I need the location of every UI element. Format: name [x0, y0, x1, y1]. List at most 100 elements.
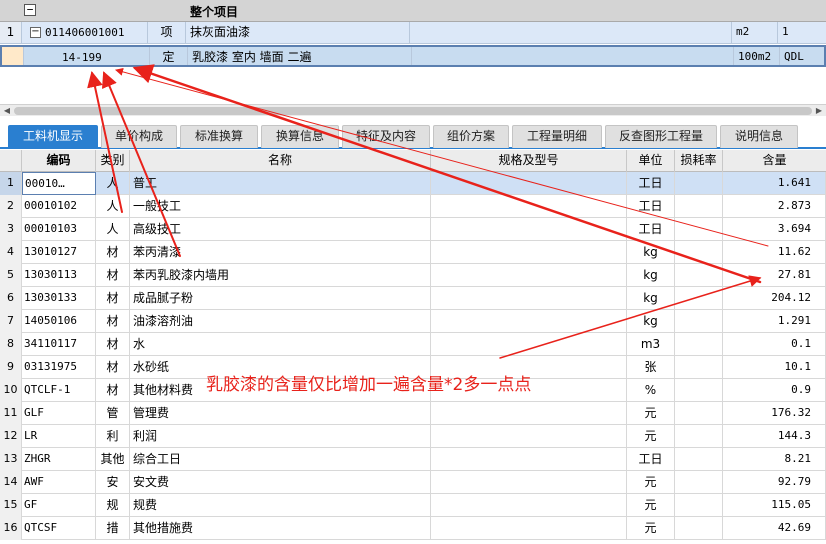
resource-unit[interactable]: 工日	[627, 195, 675, 218]
table-row[interactable]: 2 00010102 人一般技工 工日 2.873	[0, 195, 826, 218]
resource-quantity[interactable]: 2.873	[723, 195, 826, 218]
resource-type[interactable]: 人	[96, 218, 130, 241]
resource-name[interactable]: 一般技工	[130, 195, 431, 218]
resource-spec[interactable]	[431, 494, 627, 517]
resource-type[interactable]: 材	[96, 356, 130, 379]
resource-code[interactable]: QTCSF	[22, 517, 96, 540]
resource-loss-rate[interactable]	[675, 310, 723, 333]
resource-name[interactable]: 规费	[130, 494, 431, 517]
resource-loss-rate[interactable]	[675, 195, 723, 218]
resource-spec[interactable]	[431, 310, 627, 333]
quota-code-cell[interactable]: 14-199	[24, 47, 150, 65]
table-row-selected[interactable]: 1 00010… 人普工 工日 1.641	[0, 172, 826, 195]
resource-code[interactable]: GLF	[22, 402, 96, 425]
header-spec[interactable]: 规格及型号	[431, 150, 627, 172]
resource-code[interactable]: LR	[22, 425, 96, 448]
resource-loss-rate[interactable]	[675, 379, 723, 402]
resource-quantity[interactable]: 115.05	[723, 494, 826, 517]
resource-loss-rate[interactable]	[675, 425, 723, 448]
tab-quantity-detail[interactable]: 工程量明细	[512, 125, 602, 148]
tab-labor-material-machine[interactable]: 工料机显示	[8, 125, 98, 148]
resource-unit[interactable]: kg	[627, 310, 675, 333]
resource-name[interactable]: 其他措施费	[130, 517, 431, 540]
resource-spec[interactable]	[431, 218, 627, 241]
resource-type[interactable]: 材	[96, 241, 130, 264]
resource-code[interactable]: 00010103	[22, 218, 96, 241]
resource-spec[interactable]	[431, 241, 627, 264]
collapse-all-toggle[interactable]: −	[24, 4, 36, 16]
table-row[interactable]: 12 LR 利利润 元 144.3	[0, 425, 826, 448]
resource-quantity[interactable]: 0.1	[723, 333, 826, 356]
resource-loss-rate[interactable]	[675, 517, 723, 540]
item-feature-cell[interactable]	[410, 22, 732, 43]
resource-type[interactable]: 材	[96, 379, 130, 402]
resource-name[interactable]: 普工	[130, 172, 431, 195]
resource-quantity[interactable]: 1.291	[723, 310, 826, 333]
resource-name[interactable]: 管理费	[130, 402, 431, 425]
resource-type[interactable]: 材	[96, 310, 130, 333]
table-row[interactable]: 7 14050106 材油漆溶剂油 kg 1.291	[0, 310, 826, 333]
table-row[interactable]: 16 QTCSF 措其他措施费 元 42.69	[0, 517, 826, 540]
quota-feature-cell[interactable]	[412, 47, 734, 65]
resource-code[interactable]: GF	[22, 494, 96, 517]
resource-spec[interactable]	[431, 402, 627, 425]
scroll-right-icon[interactable]: ▶	[814, 106, 824, 116]
table-row[interactable]: 3 00010103 人高级技工 工日 3.694	[0, 218, 826, 241]
resource-quantity[interactable]: 3.694	[723, 218, 826, 241]
resource-code[interactable]: ZHGR	[22, 448, 96, 471]
resource-type[interactable]: 人	[96, 172, 130, 195]
resource-quantity[interactable]: 8.21	[723, 448, 826, 471]
resource-type[interactable]: 材	[96, 287, 130, 310]
resource-type[interactable]: 材	[96, 264, 130, 287]
resource-loss-rate[interactable]	[675, 264, 723, 287]
tab-pricing-scheme[interactable]: 组价方案	[433, 125, 509, 148]
expand-toggle[interactable]: −	[30, 27, 41, 38]
header-name[interactable]: 名称	[130, 150, 431, 172]
resource-type[interactable]: 规	[96, 494, 130, 517]
resource-type[interactable]: 利	[96, 425, 130, 448]
resource-type[interactable]: 安	[96, 471, 130, 494]
resource-type[interactable]: 人	[96, 195, 130, 218]
table-row[interactable]: 8 34110117 材水 m3 0.1	[0, 333, 826, 356]
resource-unit[interactable]: 元	[627, 494, 675, 517]
resource-spec[interactable]	[431, 517, 627, 540]
resource-spec[interactable]	[431, 172, 627, 195]
resource-unit[interactable]: 元	[627, 517, 675, 540]
quota-row-selected[interactable]: 14-199 定 乳胶漆 室内 墙面 二遍 100m2 QDL	[0, 45, 826, 67]
resource-unit[interactable]: 元	[627, 425, 675, 448]
resource-name[interactable]: 苯丙清漆	[130, 241, 431, 264]
resource-quantity[interactable]: 204.12	[723, 287, 826, 310]
resource-code[interactable]: 03131975	[22, 356, 96, 379]
resource-unit[interactable]: 工日	[627, 172, 675, 195]
resource-unit[interactable]: kg	[627, 241, 675, 264]
resource-unit[interactable]: kg	[627, 264, 675, 287]
resource-loss-rate[interactable]	[675, 402, 723, 425]
resource-name[interactable]: 安文费	[130, 471, 431, 494]
tab-description[interactable]: 说明信息	[720, 125, 798, 148]
resource-quantity[interactable]: 11.62	[723, 241, 826, 264]
resource-quantity[interactable]: 42.69	[723, 517, 826, 540]
bill-item-row[interactable]: 1 −011406001001 项 抹灰面油漆 m2 1	[0, 22, 826, 44]
table-row[interactable]: 14 AWF 安安文费 元 92.79	[0, 471, 826, 494]
header-unit[interactable]: 单位	[627, 150, 675, 172]
resource-code[interactable]: 13030113	[22, 264, 96, 287]
resource-type[interactable]: 其他	[96, 448, 130, 471]
resource-unit[interactable]: 张	[627, 356, 675, 379]
resource-code[interactable]: 13010127	[22, 241, 96, 264]
resource-loss-rate[interactable]	[675, 287, 723, 310]
resource-name[interactable]: 综合工日	[130, 448, 431, 471]
resource-unit[interactable]: kg	[627, 287, 675, 310]
resource-code[interactable]: QTCLF-1	[22, 379, 96, 402]
resource-type[interactable]: 措	[96, 517, 130, 540]
tab-standard-conversion[interactable]: 标准换算	[180, 125, 258, 148]
resource-loss-rate[interactable]	[675, 218, 723, 241]
resource-quantity[interactable]: 27.81	[723, 264, 826, 287]
scroll-left-icon[interactable]: ◀	[2, 106, 12, 116]
resource-spec[interactable]	[431, 471, 627, 494]
resource-spec[interactable]	[431, 333, 627, 356]
resource-unit[interactable]: m3	[627, 333, 675, 356]
resource-loss-rate[interactable]	[675, 471, 723, 494]
resource-unit[interactable]: 工日	[627, 448, 675, 471]
resource-name[interactable]: 成品腻子粉	[130, 287, 431, 310]
resource-unit[interactable]: %	[627, 379, 675, 402]
